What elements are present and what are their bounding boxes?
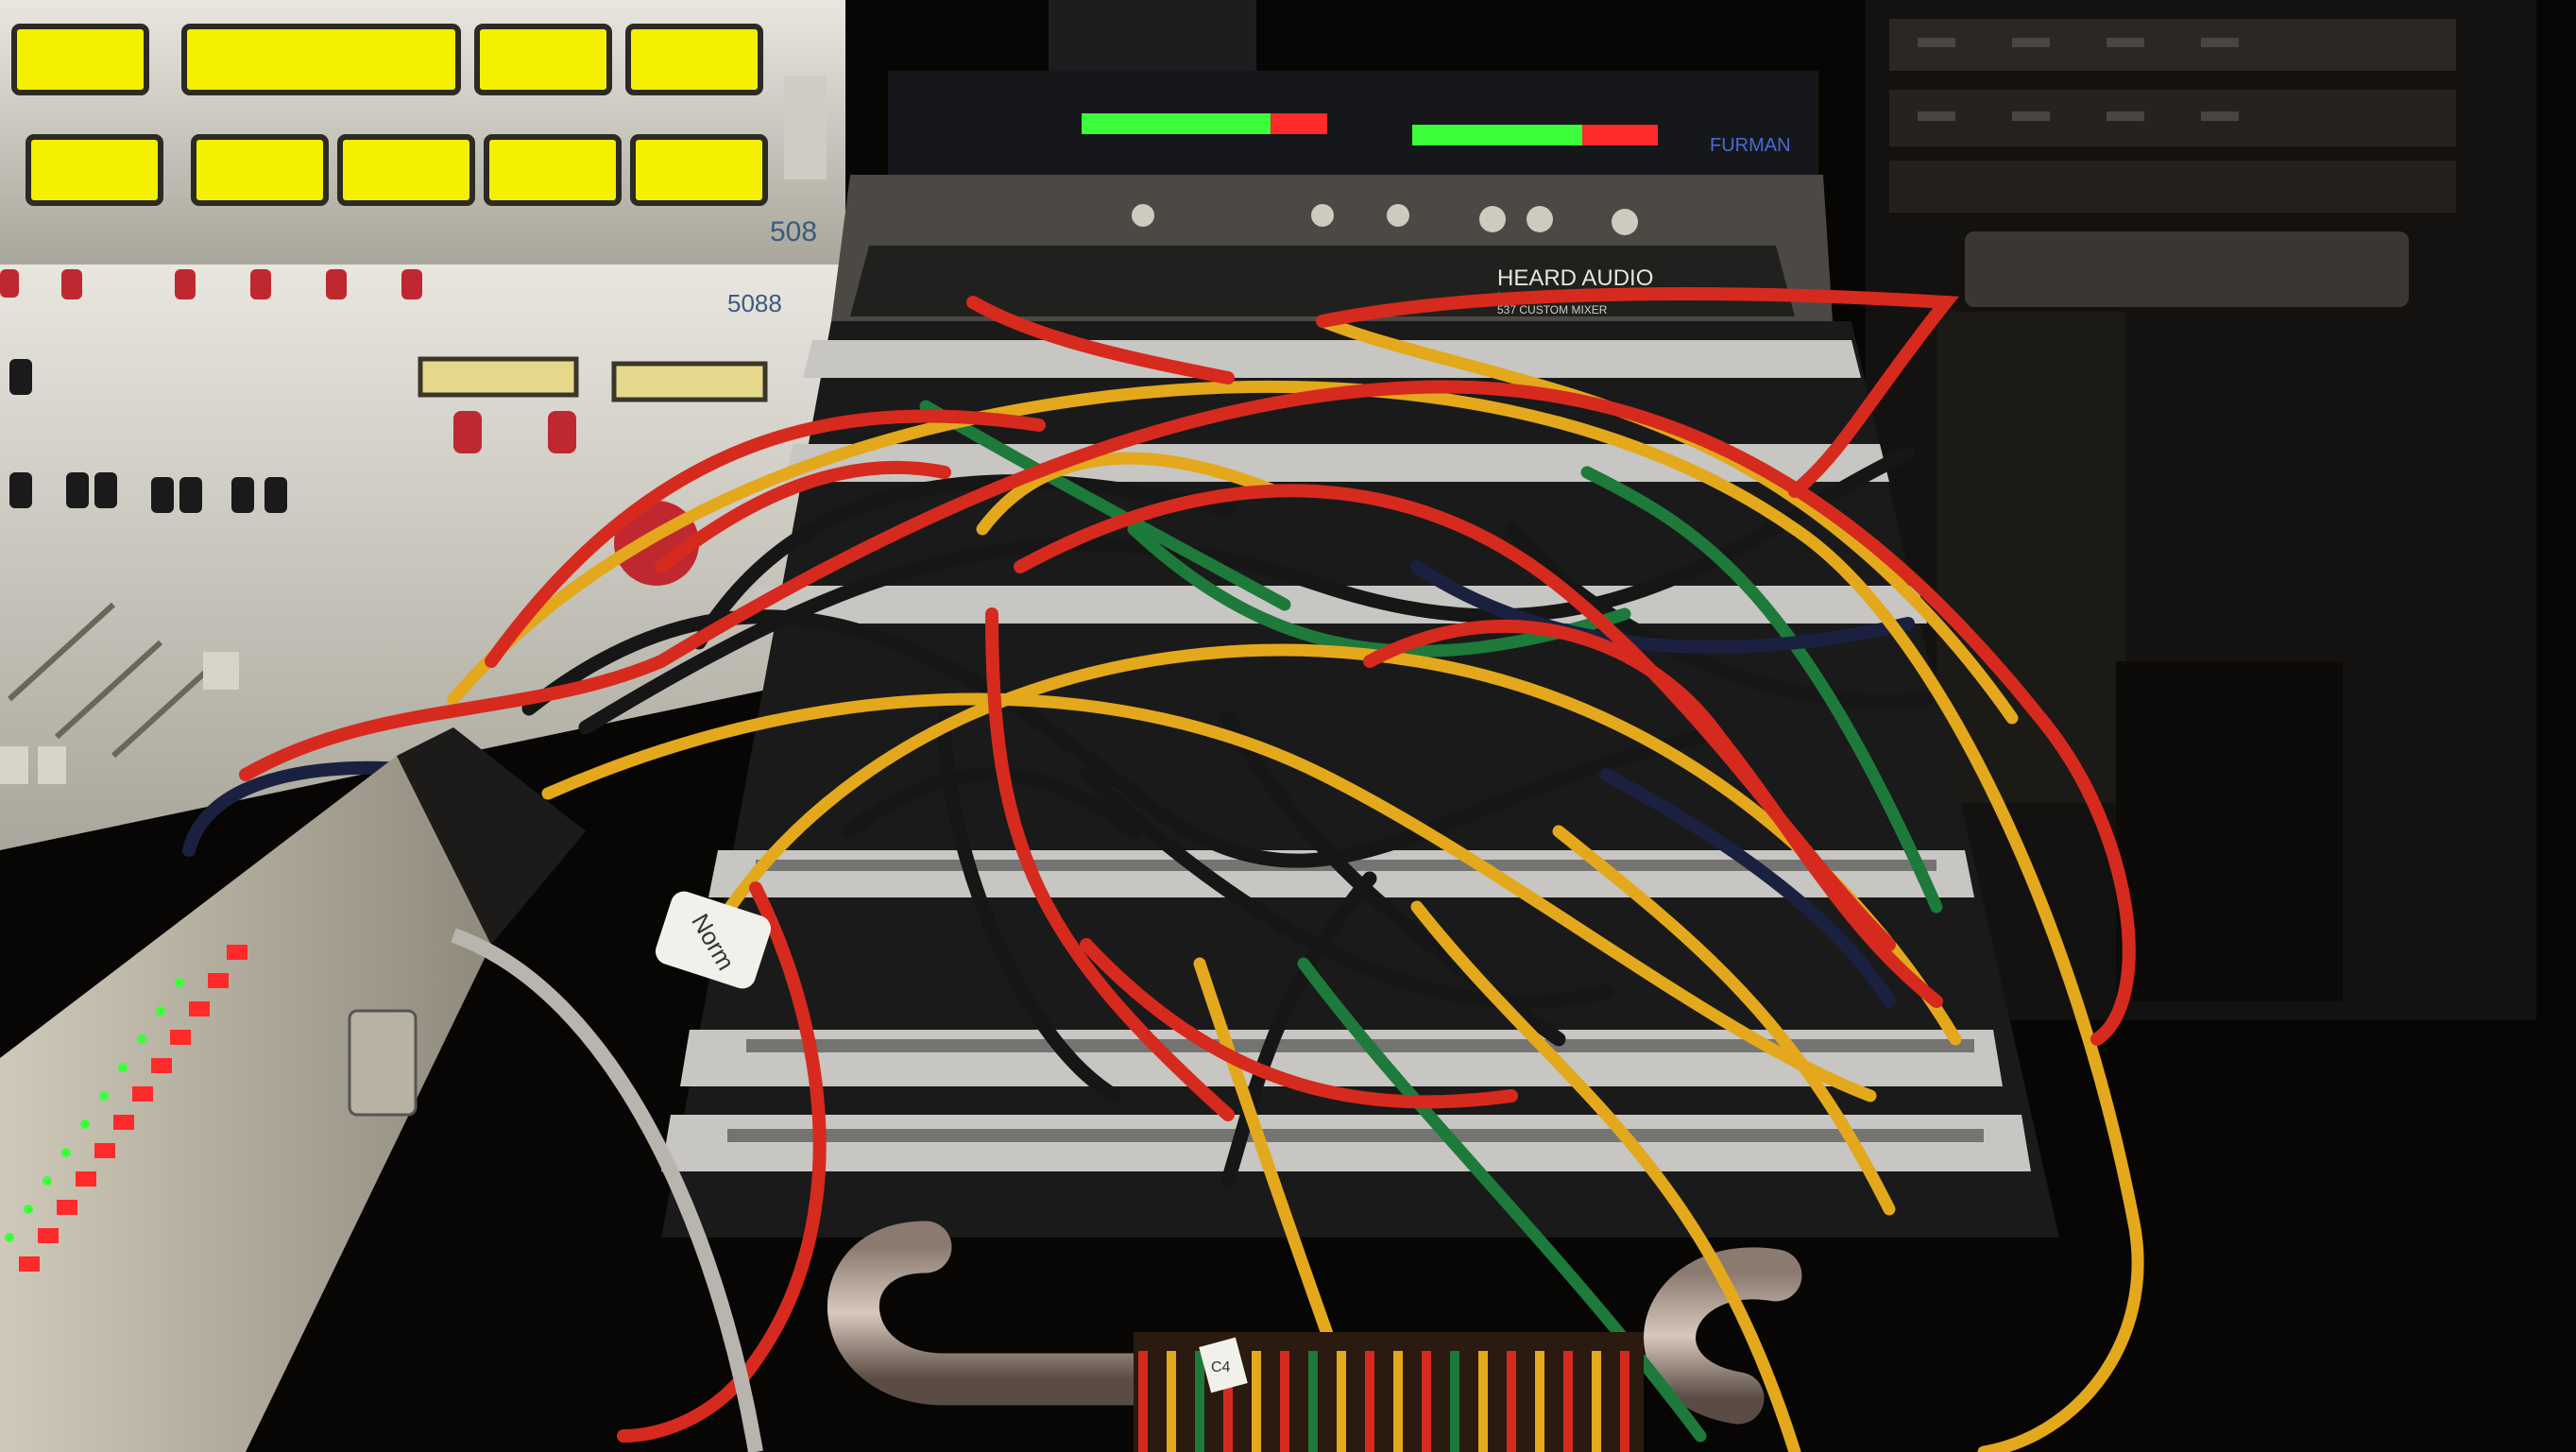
vu-meter-bridge: 508 [0, 0, 845, 265]
coil-tag-label: C4 [1211, 1359, 1231, 1375]
rack-model-label: 537 CUSTOM MIXER [1497, 303, 1608, 316]
console-model-top-label: 508 [770, 216, 817, 248]
meter-brand-label: FURMAN [1710, 135, 1791, 156]
rack-brand-label: HEARD AUDIO [1497, 265, 1653, 291]
cable-coil: C4 [1134, 1332, 1644, 1452]
photo-scene: 508 5088 FURMAN HEARD AUDIO LOS ANGELES,… [0, 0, 2576, 1452]
console-model-mid-label: 5088 [727, 289, 782, 317]
